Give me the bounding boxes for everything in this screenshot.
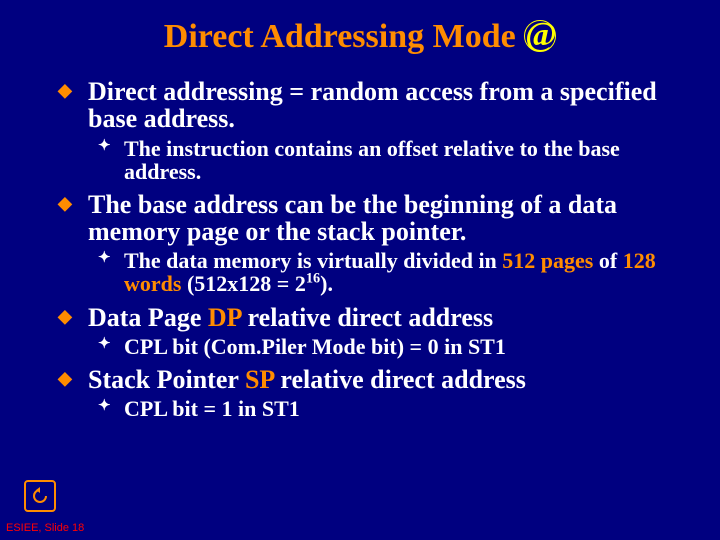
bullet-1: Direct addressing = random access from a… xyxy=(88,78,688,133)
slide: Direct Addressing Mode @ Direct addressi… xyxy=(0,0,720,540)
highlight-dp: DP xyxy=(208,303,241,332)
text: (512x128 = 2 xyxy=(181,271,305,296)
bullet-1-sub-1: The instruction contains an offset relat… xyxy=(124,137,688,183)
highlight-sp: SP xyxy=(245,365,274,394)
text: relative direct address xyxy=(241,303,493,332)
text: Data Page xyxy=(88,303,208,332)
undo-arrow-icon xyxy=(30,486,50,506)
text: The data memory is virtually divided in xyxy=(124,248,502,273)
bullet-4: Stack Pointer SP relative direct address xyxy=(88,366,688,393)
slide-title: Direct Addressing Mode @ xyxy=(0,18,720,56)
slide-body: Direct addressing = random access from a… xyxy=(88,70,688,422)
exponent: 16 xyxy=(306,271,320,287)
text: relative direct address xyxy=(274,365,526,394)
text: ). xyxy=(320,271,333,296)
at-symbol-icon: @ xyxy=(524,20,556,52)
text: of xyxy=(593,248,622,273)
highlight-512-pages: 512 pages xyxy=(502,248,593,273)
bullet-3: Data Page DP relative direct address xyxy=(88,304,688,331)
bullet-3-sub-1: CPL bit (Com.Piler Mode bit) = 0 in ST1 xyxy=(124,335,688,358)
back-button[interactable] xyxy=(24,480,56,512)
bullet-4-sub-1: CPL bit = 1 in ST1 xyxy=(124,397,688,420)
text: Stack Pointer xyxy=(88,365,245,394)
bullet-2: The base address can be the beginning of… xyxy=(88,191,688,246)
title-text: Direct Addressing Mode xyxy=(164,18,524,55)
bullet-2-sub-1: The data memory is virtually divided in … xyxy=(124,249,688,295)
slide-footer: ESIEE, Slide 18 xyxy=(6,522,84,534)
